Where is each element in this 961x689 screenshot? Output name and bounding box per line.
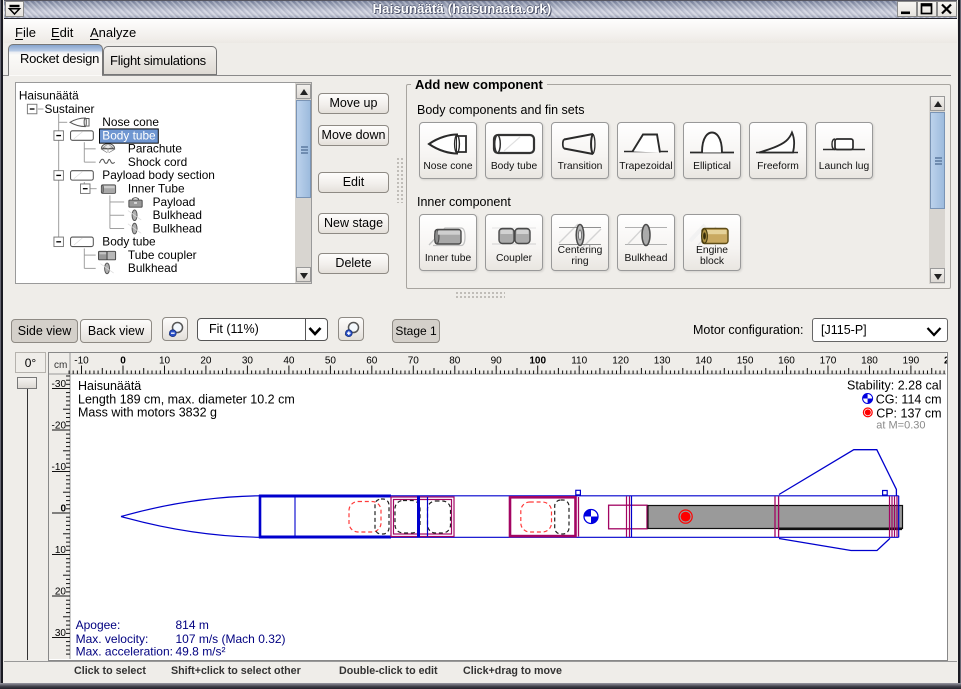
svg-text:Length 189 cm, max. diameter 1: Length 189 cm, max. diameter 10.2 cm xyxy=(78,393,295,407)
svg-text:120: 120 xyxy=(612,356,629,367)
svg-text:Inner Tube: Inner Tube xyxy=(128,181,185,195)
svg-text:170: 170 xyxy=(820,356,837,367)
svg-text:Bulkhead: Bulkhead xyxy=(153,208,202,222)
svg-text:49.8 m/s²: 49.8 m/s² xyxy=(176,645,226,659)
svg-text:Sustainer: Sustainer xyxy=(44,102,94,116)
svg-text:Bulkhead: Bulkhead xyxy=(128,261,177,275)
svg-text:110: 110 xyxy=(571,356,587,367)
svg-text:50: 50 xyxy=(325,356,337,367)
svg-text:Bulkhead: Bulkhead xyxy=(153,221,202,235)
svg-text:0: 0 xyxy=(60,504,66,515)
svg-text:Payload body section: Payload body section xyxy=(102,168,215,182)
svg-text:0: 0 xyxy=(120,356,126,367)
svg-text:40: 40 xyxy=(283,356,295,367)
svg-text:Max. acceleration:: Max. acceleration: xyxy=(76,645,173,659)
svg-text:Mass with motors 3832 g: Mass with motors 3832 g xyxy=(78,406,217,420)
svg-text:10: 10 xyxy=(159,356,171,367)
svg-text:Apogee:: Apogee: xyxy=(76,618,121,632)
svg-text:100: 100 xyxy=(529,356,546,367)
svg-text:CG: 114 cm: CG: 114 cm xyxy=(876,393,942,407)
svg-text:Haisunäätä: Haisunäätä xyxy=(19,89,79,103)
svg-text:30: 30 xyxy=(55,628,67,639)
svg-text:Stability: 2.28 cal: Stability: 2.28 cal xyxy=(847,379,942,393)
svg-text:Haisunäätä: Haisunäätä xyxy=(78,379,141,393)
svg-text:30: 30 xyxy=(242,356,254,367)
svg-text:140: 140 xyxy=(695,356,712,367)
svg-text:60: 60 xyxy=(366,356,378,367)
svg-text:Body tube: Body tube xyxy=(102,235,156,249)
svg-text:Tube coupler: Tube coupler xyxy=(128,248,197,262)
svg-text:814 m: 814 m xyxy=(176,618,209,632)
svg-text:CP: 137 cm: CP: 137 cm xyxy=(876,407,941,421)
svg-text:Body tube: Body tube xyxy=(102,128,156,142)
svg-text:70: 70 xyxy=(408,356,420,367)
svg-text:80: 80 xyxy=(449,356,461,367)
svg-text:130: 130 xyxy=(654,356,671,367)
svg-text:Shock cord: Shock cord xyxy=(128,155,187,169)
svg-text:190: 190 xyxy=(903,356,920,367)
svg-text:10: 10 xyxy=(55,545,67,556)
svg-text:20: 20 xyxy=(200,356,212,367)
svg-text:-10: -10 xyxy=(52,462,67,473)
svg-text:200: 200 xyxy=(944,356,947,367)
svg-text:150: 150 xyxy=(737,356,754,367)
svg-text:Nose cone: Nose cone xyxy=(102,115,159,129)
svg-text:20: 20 xyxy=(55,587,67,598)
svg-text:90: 90 xyxy=(491,356,503,367)
svg-text:cm: cm xyxy=(54,360,67,371)
svg-text:180: 180 xyxy=(861,356,878,367)
svg-text:Payload: Payload xyxy=(153,195,196,209)
svg-text:-20: -20 xyxy=(52,421,67,432)
svg-text:160: 160 xyxy=(778,356,795,367)
svg-text:-30: -30 xyxy=(52,379,67,390)
svg-text:-10: -10 xyxy=(74,356,89,367)
svg-text:Parachute: Parachute xyxy=(128,142,182,156)
svg-text:at M=0.30: at M=0.30 xyxy=(876,420,925,432)
